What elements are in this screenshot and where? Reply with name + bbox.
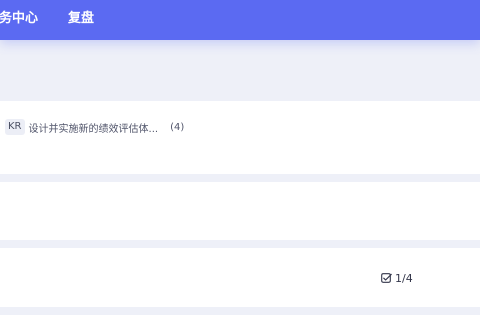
list-card-partial[interactable] xyxy=(0,315,480,320)
nav-review[interactable]: 复盘 xyxy=(68,0,94,40)
kr-title[interactable]: 设计并实施新的绩效评估体... xyxy=(29,120,159,135)
subtask-progress[interactable]: 1/4 xyxy=(381,271,413,285)
task-card[interactable]: 1/4 xyxy=(0,248,480,307)
top-nav-bar: 务中心 复盘 xyxy=(0,0,480,40)
nav-task-center[interactable]: 务中心 xyxy=(0,0,38,40)
progress-count: 1/4 xyxy=(395,271,413,285)
checkbox-check-icon xyxy=(381,272,392,283)
kr-badge: KR xyxy=(5,119,25,135)
kr-row: KR 设计并实施新的绩效评估体... (4) xyxy=(5,118,184,136)
kr-count: (4) xyxy=(170,121,185,133)
list-card[interactable] xyxy=(0,182,480,240)
kr-card[interactable]: KR 设计并实施新的绩效评估体... (4) xyxy=(0,101,480,174)
